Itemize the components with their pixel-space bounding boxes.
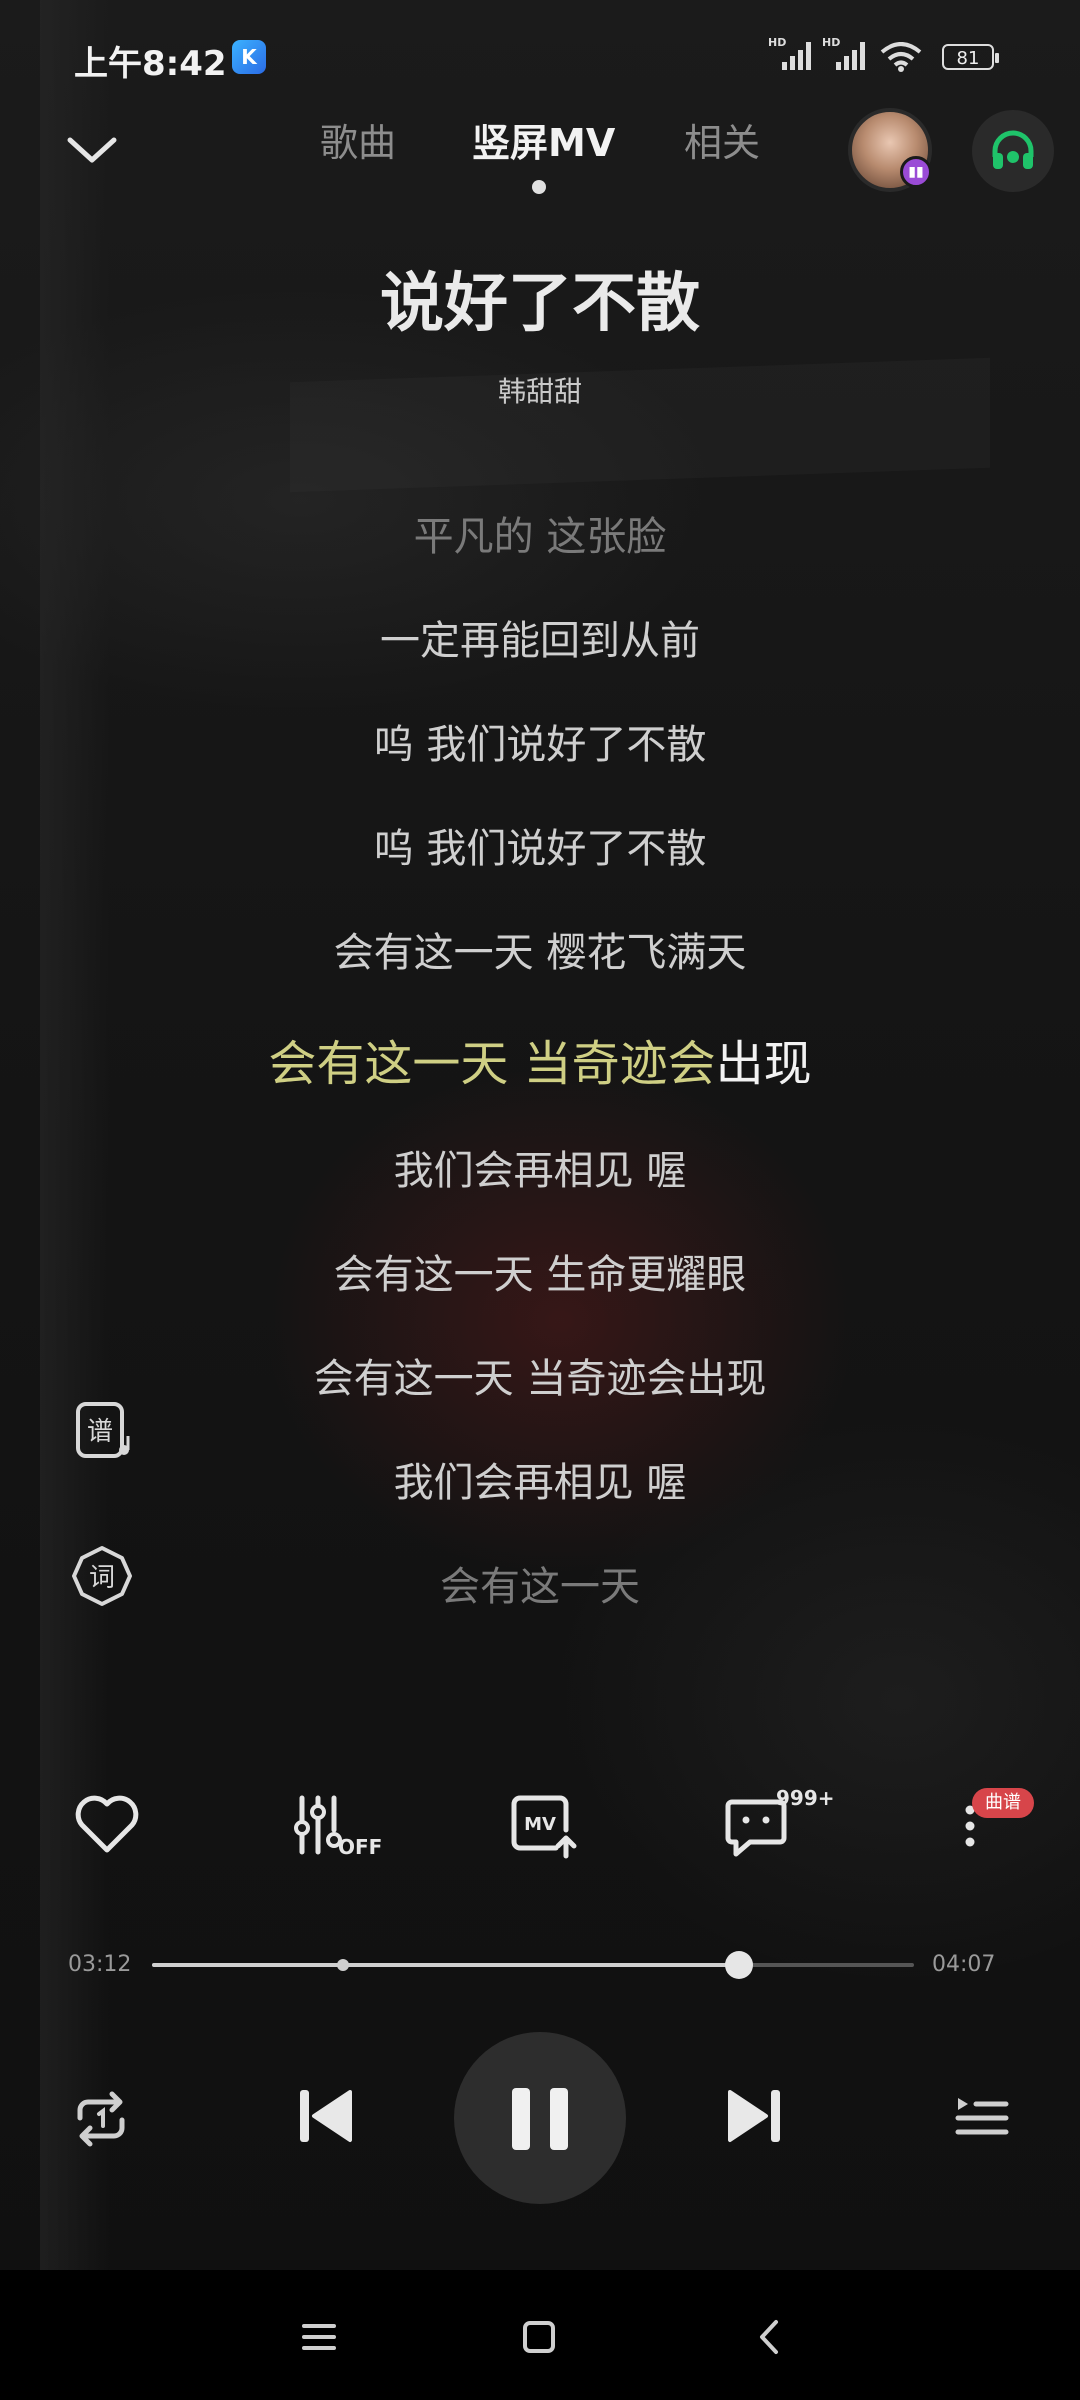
lyric-line: 平凡的 这张脸 — [413, 514, 667, 560]
lyric-line: 我们会再相见 喔 — [393, 1148, 687, 1194]
lyric-unsung-part: 出现 — [715, 1036, 812, 1092]
eq-off-label: OFF — [338, 1835, 382, 1859]
lyric-line: 呜 我们说好了不散 — [373, 722, 707, 768]
sheet-music-label: 谱 — [87, 1417, 113, 1447]
collapse-chevron-down-icon[interactable] — [62, 120, 122, 180]
progress-slider[interactable] — [152, 1951, 914, 1979]
active-tab-indicator — [532, 180, 546, 194]
pause-icon-bar-left — [512, 2088, 530, 2150]
repeat-one-icon[interactable] — [70, 2088, 132, 2150]
pause-button[interactable] — [454, 2032, 626, 2204]
battery-indicator: 81 — [942, 44, 999, 70]
current-time: 03:12 — [68, 1952, 132, 1977]
status-time: 上午8:42 — [74, 44, 227, 84]
lyric-line: 会有这一天 樱花飞满天 — [333, 930, 747, 976]
home-icon[interactable] — [514, 2312, 564, 2362]
vip-badge-icon: ▮▮ — [900, 156, 932, 188]
lyric-line: 会有这一天 生命更耀眼 — [333, 1252, 747, 1298]
mv-upload-icon[interactable]: MV — [508, 1790, 578, 1860]
listen-together-button[interactable] — [972, 110, 1054, 192]
menu-icon[interactable] — [294, 2312, 344, 2362]
tab-song[interactable]: 歌曲 — [320, 112, 396, 167]
total-time: 04:07 — [932, 1952, 996, 1977]
lyric-line: 呜 我们说好了不散 — [373, 826, 707, 872]
next-track-icon[interactable] — [724, 2084, 784, 2148]
lyric-line: 一定再能回到从前 — [380, 618, 700, 664]
pause-icon-bar-right — [550, 2088, 568, 2150]
like-heart-icon[interactable] — [72, 1790, 142, 1860]
tab-related[interactable]: 相关 — [684, 112, 760, 167]
wifi-icon — [880, 42, 922, 72]
progress-played — [152, 1963, 739, 1967]
sheet-music-icon[interactable]: 谱 — [72, 1400, 136, 1464]
lyric-line: 会有这一天 — [440, 1564, 640, 1610]
signal-bars-icon — [836, 42, 865, 70]
tab-vertical-mv[interactable]: 竖屏MV — [472, 112, 615, 167]
progress-thumb[interactable] — [724, 1951, 753, 1979]
back-icon[interactable] — [744, 2312, 794, 2362]
headphones-icon — [992, 130, 1034, 169]
lyric-style-icon[interactable]: 词 — [70, 1544, 134, 1608]
lyric-line: 我们会再相见 喔 — [393, 1460, 687, 1506]
app-notification-icon: K — [232, 40, 266, 74]
lyric-line-current: 会有这一天 当奇迹会出现 — [0, 1024, 1080, 1094]
lyric-style-label: 词 — [89, 1563, 115, 1593]
lyric-sung-part: 会有这一天 当奇迹会 — [268, 1036, 716, 1092]
artist-name[interactable]: 韩甜甜 — [0, 370, 1080, 410]
mv-label: MV — [524, 1814, 556, 1835]
playlist-icon[interactable] — [954, 2088, 1010, 2144]
previous-track-icon[interactable] — [296, 2084, 356, 2148]
lyric-line: 会有这一天 当奇迹会出现 — [313, 1356, 767, 1402]
progress-marker — [336, 1959, 349, 1971]
system-navigation-bar — [0, 2270, 1080, 2400]
status-bar: 上午8:42 K HD HD 81 — [0, 0, 1080, 110]
sheet-music-badge: 曲谱 — [972, 1788, 1034, 1818]
comment-count: 999+ — [776, 1786, 835, 1810]
song-title: 说好了不散 — [380, 267, 700, 341]
signal-bars-icon — [782, 42, 811, 70]
sound-effect-off-icon[interactable]: OFF — [292, 1790, 382, 1860]
